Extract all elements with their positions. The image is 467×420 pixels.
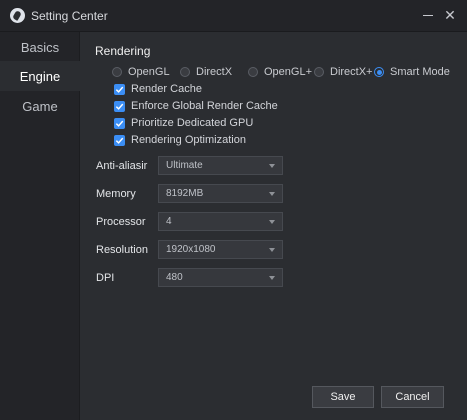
sidebar-item-label: Engine (19, 68, 61, 84)
radio-directx-plus[interactable]: DirectX+ (314, 64, 373, 80)
radio-label: Smart Mode (390, 66, 450, 78)
window-title: Setting Center (31, 9, 108, 23)
memory-label: Memory (96, 188, 136, 200)
resolution-label: Resolution (96, 244, 148, 256)
radio-label: DirectX+ (330, 66, 373, 78)
radio-unchecked-icon (180, 67, 190, 77)
checkbox-label: Render Cache (131, 83, 202, 95)
select-value: Ultimate (166, 160, 203, 171)
anti-aliasing-label: Anti-aliasir (96, 160, 148, 172)
radio-checked-icon (374, 67, 384, 77)
sidebar: Basics Engine Game (0, 32, 80, 420)
sidebar-item-engine[interactable]: Engine (0, 61, 80, 91)
enforce-global-render-cache-checkbox[interactable]: Enforce Global Render Cache (114, 98, 278, 114)
checkbox-label: Rendering Optimization (131, 134, 246, 146)
render-cache-checkbox[interactable]: Render Cache (114, 81, 202, 97)
select-value: 8192MB (166, 188, 204, 199)
dropdown-caret-icon (269, 220, 275, 224)
dropdown-caret-icon (269, 164, 275, 168)
content-panel: Rendering OpenGL DirectX OpenGL+ DirectX… (80, 32, 467, 420)
checkbox-label: Enforce Global Render Cache (131, 100, 278, 112)
minimize-button[interactable] (419, 6, 437, 24)
cancel-button[interactable]: Cancel (381, 386, 444, 408)
checkmark-icon (114, 134, 125, 146)
select-value: 4 (166, 216, 172, 227)
dropdown-caret-icon (269, 192, 275, 196)
radio-opengl[interactable]: OpenGL (112, 64, 170, 80)
checkmark-icon (114, 117, 125, 129)
processor-label: Processor (96, 216, 146, 228)
dropdown-caret-icon (269, 248, 275, 252)
select-value: 480 (166, 272, 183, 283)
dropdown-caret-icon (269, 276, 275, 280)
close-button[interactable]: ✕ (441, 6, 459, 24)
radio-directx[interactable]: DirectX (180, 64, 232, 80)
rendering-section-title: Rendering (95, 44, 151, 58)
sidebar-item-label: Basics (20, 39, 60, 55)
checkmark-icon (114, 83, 125, 95)
sidebar-item-game[interactable]: Game (0, 91, 80, 121)
dpi-label: DPI (96, 272, 115, 284)
anti-aliasing-select[interactable]: Ultimate (158, 156, 283, 175)
sidebar-item-label: Game (22, 98, 58, 114)
close-icon: ✕ (444, 6, 456, 23)
radio-label: OpenGL (128, 66, 170, 78)
sidebar-item-basics[interactable]: Basics (0, 32, 80, 62)
rendering-optimization-checkbox[interactable]: Rendering Optimization (114, 132, 246, 148)
render-mode-radio-group: OpenGL DirectX OpenGL+ DirectX+ Smart Mo… (112, 64, 467, 80)
select-value: 1920x1080 (166, 244, 216, 255)
processor-select[interactable]: 4 (158, 212, 283, 231)
title-bar: Setting Center ✕ (0, 0, 467, 32)
minimize-icon (423, 14, 433, 16)
prioritize-dedicated-gpu-checkbox[interactable]: Prioritize Dedicated GPU (114, 115, 253, 131)
resolution-select[interactable]: 1920x1080 (158, 240, 283, 259)
settings-window: Setting Center ✕ Basics Engine Game Rend… (0, 0, 467, 420)
radio-unchecked-icon (248, 67, 258, 77)
radio-smart-mode[interactable]: Smart Mode (374, 64, 450, 80)
dpi-select[interactable]: 480 (158, 268, 283, 287)
app-logo-icon (10, 8, 25, 23)
radio-opengl-plus[interactable]: OpenGL+ (248, 64, 312, 80)
radio-unchecked-icon (314, 67, 324, 77)
radio-label: OpenGL+ (264, 66, 313, 78)
radio-unchecked-icon (112, 67, 122, 77)
checkmark-icon (114, 100, 125, 112)
radio-label: DirectX (196, 66, 233, 78)
checkbox-label: Prioritize Dedicated GPU (131, 117, 254, 129)
save-button[interactable]: Save (312, 386, 374, 408)
memory-select[interactable]: 8192MB (158, 184, 283, 203)
